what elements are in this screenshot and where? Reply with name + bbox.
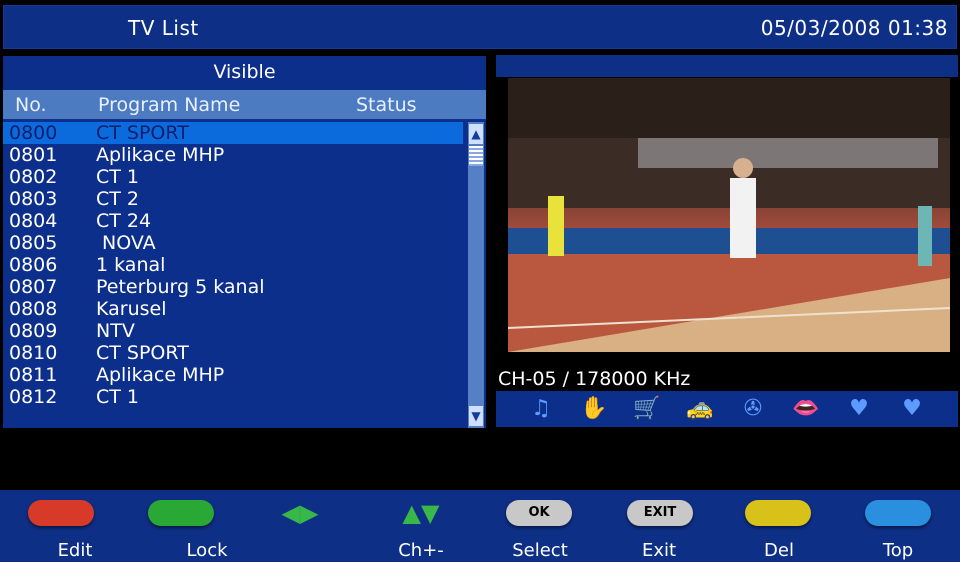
lock-label: Lock [186, 540, 228, 561]
channel-number: 0810 [9, 342, 58, 364]
channel-name: NOVA [96, 232, 156, 254]
channel-row[interactable]: 0811 Aplikace MHP [3, 364, 463, 386]
shopping-cart-icon[interactable]: 🛒 [632, 395, 662, 423]
channel-number: 0802 [9, 166, 58, 188]
green-key-button[interactable] [148, 500, 214, 526]
channel-info: CH-05 / 178000 KHz [498, 368, 691, 390]
blue-key-button[interactable] [865, 500, 931, 526]
channel-name: CT SPORT [96, 122, 189, 144]
video-preview [508, 78, 950, 352]
key-legend: Edit Lock ◀▶ ▲▼ Ch+- OK Select EXIT Exit… [0, 490, 960, 562]
edit-label: Edit [57, 540, 93, 561]
channel-number: 0807 [9, 276, 58, 298]
channel-name: Peterburg 5 kanal [96, 276, 265, 298]
channel-name: Aplikace MHP [96, 144, 225, 166]
title-bar: TV List 05/03/2008 01:38 [3, 5, 957, 49]
channel-name: CT 24 [96, 210, 152, 232]
ok-button[interactable]: OK [506, 500, 572, 526]
preview-bar [496, 55, 958, 77]
top-label: Top [882, 540, 914, 561]
exit-label: Exit [641, 540, 677, 561]
channel-number: 0808 [9, 298, 58, 320]
channel-row[interactable]: 0807 Peterburg 5 kanal [3, 276, 463, 298]
column-name: Program Name [98, 94, 241, 116]
channel-row[interactable]: 0806 1 kanal [3, 254, 463, 276]
favorite-2-icon[interactable]: ♥ [897, 395, 927, 423]
scroll-up-icon[interactable]: ▲ [469, 124, 483, 144]
channel-name: CT 1 [96, 386, 140, 408]
channel-row[interactable]: 0802 CT 1 [3, 166, 463, 188]
news-icon[interactable]: ✋ [579, 395, 609, 423]
car-icon[interactable]: 🚕 [685, 395, 715, 423]
channel-row[interactable]: 0803 CT 2 [3, 188, 463, 210]
channel-number: 0804 [9, 210, 58, 232]
column-no: No. [15, 94, 47, 116]
favorite-1-icon[interactable]: ♥ [844, 395, 874, 423]
channel-number: 0801 [9, 144, 58, 166]
channel-row[interactable]: 0808 Karusel [3, 298, 463, 320]
scroll-thumb[interactable] [469, 146, 483, 166]
column-status: Status [356, 94, 417, 116]
channel-number: 0805 [9, 232, 58, 254]
left-right-arrows-icon[interactable]: ◀▶ [268, 498, 332, 528]
channel-number: 0811 [9, 364, 58, 386]
page-title: TV List [128, 16, 199, 40]
channel-row[interactable]: 0812 CT 1 [3, 386, 463, 408]
channel-name: Karusel [96, 298, 167, 320]
film-reel-icon[interactable]: ✇ [738, 395, 768, 423]
channel-row[interactable]: 0800 CT SPORT [3, 122, 463, 144]
channel-row[interactable]: 0804 CT 24 [3, 210, 463, 232]
scrollbar[interactable]: ▲ ▼ [468, 122, 484, 428]
channel-plus-minus-label: Ch+- [398, 540, 444, 561]
yellow-key-button[interactable] [745, 500, 811, 526]
channel-name: CT SPORT [96, 342, 189, 364]
channel-number: 0812 [9, 386, 58, 408]
channel-row[interactable]: 0801 Aplikace MHP [3, 144, 463, 166]
channel-number: 0806 [9, 254, 58, 276]
channel-name: CT 2 [96, 188, 140, 210]
category-icon-bar: ♫ ✋ 🛒 🚕 ✇ 👄 ♥ ♥ [496, 391, 958, 427]
channel-name: 1 kanal [96, 254, 166, 276]
lips-icon[interactable]: 👄 [791, 395, 821, 423]
channel-name: NTV [96, 320, 135, 342]
channel-number: 0803 [9, 188, 58, 210]
channel-rows: 0800 CT SPORT 0801 Aplikace MHP 0802 CT 1 0803… [3, 122, 463, 408]
channel-name: Aplikace MHP [96, 364, 225, 386]
up-down-arrows-icon[interactable]: ▲▼ [386, 498, 456, 528]
channel-list-panel: Visible No. Program Name Status 0800 CT S… [3, 56, 486, 428]
list-header: No. Program Name Status [3, 90, 486, 119]
channel-number: 0800 [9, 122, 58, 144]
exit-button[interactable]: EXIT [627, 500, 693, 526]
red-key-button[interactable] [28, 500, 94, 526]
delete-label: Del [764, 540, 794, 561]
channel-row[interactable]: 0805 NOVA [3, 232, 463, 254]
scroll-down-icon[interactable]: ▼ [469, 406, 483, 426]
channel-row[interactable]: 0809 NTV [3, 320, 463, 342]
datetime: 05/03/2008 01:38 [760, 16, 948, 40]
channel-row[interactable]: 0810 CT SPORT [3, 342, 463, 364]
channel-number: 0809 [9, 320, 58, 342]
music-icon[interactable]: ♫ [526, 395, 556, 423]
channel-name: CT 1 [96, 166, 140, 188]
group-title: Visible [213, 61, 276, 83]
select-label: Select [512, 540, 568, 561]
